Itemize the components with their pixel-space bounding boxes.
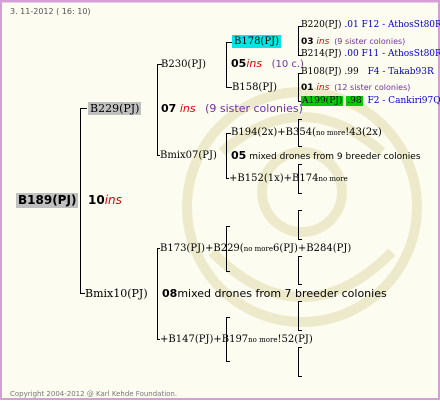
root-queen-id: B189(PJ) <box>18 193 77 207</box>
sss-gen-info: 03 ins (9 sister colonies) <box>301 35 405 49</box>
gen3-tick-d1 <box>226 317 230 318</box>
gen4-bracket-5 <box>298 210 299 240</box>
ssss-a-id: B220(PJ) <box>301 20 342 30</box>
gen3-tick-d2 <box>226 361 230 362</box>
gen2-bracket-sire <box>157 64 158 156</box>
sire-dam-gen-info: 05 mixed drones from 9 breeder colonies <box>231 149 421 164</box>
gen4-tick-4b <box>298 193 302 194</box>
root-queen[interactable]: B189(PJ) <box>16 193 79 208</box>
sire-node[interactable]: B229(PJ) <box>88 102 142 115</box>
gen2-bracket-dam <box>157 248 158 340</box>
ssss-b-id: B214(PJ) <box>301 49 342 59</box>
sss-gen-number: 03 <box>301 37 314 47</box>
gen3-tick-c2 <box>226 271 230 272</box>
copyright-footer: Copyright 2004-2012 @ Karl Kehde Foundat… <box>10 390 178 398</box>
sss-gen-sisters: (9 sister colonies) <box>334 37 406 46</box>
gen4-tick-5a <box>298 210 302 211</box>
gen4-bracket-2 <box>298 73 299 102</box>
sire-sire-gen-number: 05 <box>231 57 247 70</box>
gen4-tick-8a <box>298 347 302 348</box>
gen4-bracket-1 <box>298 26 299 56</box>
sire-dam-node[interactable]: Bmix07(PJ) <box>160 149 217 162</box>
sdm-a-tail: !43(2x) <box>345 127 382 138</box>
pedigree-frame: 3. 11-2012 ( 16: 10) B189(PJ) 10ins B229… <box>0 0 440 400</box>
gen4-tick-7a <box>298 301 302 302</box>
ssds-a-tail: .99 <box>344 67 359 77</box>
ssds-a-node[interactable]: B108(PJ) .99 F4 - Takab93R <box>301 66 434 79</box>
sire-sire-gen-ins: ins <box>246 57 263 70</box>
dm-a-id: B173(PJ)+B229( <box>160 243 244 254</box>
gen4-tick-4a <box>298 164 302 165</box>
ssd-id: B158(PJ) <box>232 82 277 93</box>
ssds-b-node[interactable]: A199(PJ) .98 F2 - Cankiri97Q <box>301 95 440 108</box>
ssss-b-node[interactable]: B214(PJ) .00 F11 - AthosSt80R <box>301 48 440 61</box>
ssds-a-line: F4 - Takab93R <box>367 67 434 77</box>
sire-dam-gen-number: 05 <box>231 149 247 162</box>
sdm-a-id: B194(2x)+B354( <box>231 127 316 138</box>
gen4-bracket-7 <box>298 301 299 331</box>
sire-sire-node[interactable]: B230(PJ) <box>161 58 206 71</box>
sss-node[interactable]: B178(PJ) <box>232 35 281 48</box>
dm-b-id: +B147(PJ)+B197 <box>160 334 249 345</box>
sire-dam-id: Bmix07(PJ) <box>160 150 217 161</box>
ssd-gen-number: 01 <box>301 83 314 93</box>
dm-a-node[interactable]: B173(PJ)+B229(no more6(PJ)+B284(PJ) <box>160 242 351 256</box>
sire-dam-gen-text: mixed drones from 9 breeder colonies <box>249 152 421 162</box>
sire-sire-id: B230(PJ) <box>161 59 206 70</box>
ssss-b-tail: .00 F11 - AthosSt80R <box>344 49 440 59</box>
gen1-tick-top <box>80 108 87 109</box>
dam-gen-text: mixed drones from 7 breeder colonies <box>177 287 387 300</box>
ssd-gen-info: 01 ins (12 sister colonies) <box>301 81 410 95</box>
ssss-a-node[interactable]: B220(PJ) .01 F12 - AthosSt80R <box>301 19 440 32</box>
dm-b-node[interactable]: +B147(PJ)+B197no more!52(PJ) <box>160 333 313 347</box>
sdm-b-id: +B152(1x)+B174 <box>229 173 319 184</box>
sss-id: B178(PJ) <box>234 36 279 47</box>
ssds-b-id: A199(PJ) <box>301 96 344 106</box>
gen4-tick-6b <box>298 284 302 285</box>
ssd-node[interactable]: B158(PJ) <box>232 81 277 94</box>
dam-node[interactable]: Bmix10(PJ) <box>85 287 148 300</box>
sdm-a-node[interactable]: B194(2x)+B354(no more!43(2x) <box>231 126 382 140</box>
gen4-tick-3a <box>298 119 302 120</box>
dam-gen-info: 08mixed drones from 7 breeder colonies <box>162 287 387 300</box>
sire-sire-gen-sisters: (10 c.) <box>271 59 304 70</box>
gen1-number: 10 <box>88 193 105 207</box>
sire-sire-gen-info: 05ins (10 c.) <box>231 57 304 71</box>
dm-a-small: no more <box>243 245 273 253</box>
sire-gen-info: 07 ins (9 sister colonies) <box>161 102 303 115</box>
gen3-bracket-b <box>226 133 227 179</box>
dm-a-tail: 6(PJ)+B284(PJ) <box>273 243 352 254</box>
gen4-tick-6a <box>298 256 302 257</box>
ssds-b-tail: .98 <box>346 96 363 106</box>
sire-gen-number: 07 <box>161 102 177 115</box>
sire-gen-sisters: (9 sister colonies) <box>205 102 303 115</box>
gen1-bracket <box>80 108 81 294</box>
gen1-info: 10ins <box>88 194 122 207</box>
gen1-ins: ins <box>104 193 122 207</box>
gen4-tick-7b <box>298 330 302 331</box>
gen3-bracket-a <box>226 42 227 88</box>
gen4-tick-5b <box>298 239 302 240</box>
sdm-b-small: no more <box>318 175 348 183</box>
dm-b-tail: !52(PJ) <box>277 334 313 345</box>
gen4-bracket-8 <box>298 347 299 377</box>
ssds-a-id: B108(PJ) <box>301 67 342 77</box>
sss-gen-ins: ins <box>316 37 330 47</box>
ssss-a-tail: .01 F12 - AthosSt80R <box>344 20 440 30</box>
ssd-gen-ins: ins <box>316 83 330 93</box>
gen4-bracket-6 <box>298 256 299 285</box>
dam-gen-number: 08 <box>162 287 178 300</box>
sdm-a-small: no more <box>315 129 346 137</box>
dm-b-small: no more <box>248 336 278 344</box>
gen3-tick-c1 <box>226 226 230 227</box>
gen4-tick-8b <box>298 376 302 377</box>
sire-gen-ins: ins <box>179 102 196 115</box>
print-date: 3. 11-2012 ( 16: 10) <box>10 7 91 16</box>
gen4-tick-3b <box>298 146 302 147</box>
sire-id: B229(PJ) <box>90 102 140 115</box>
ssd-gen-sisters: (12 sister colonies) <box>334 83 411 92</box>
sdm-b-node[interactable]: +B152(1x)+B174no more <box>229 172 348 186</box>
dam-id: Bmix10(PJ) <box>85 287 148 300</box>
ssds-b-line: F2 - Cankiri97Q <box>367 96 440 106</box>
